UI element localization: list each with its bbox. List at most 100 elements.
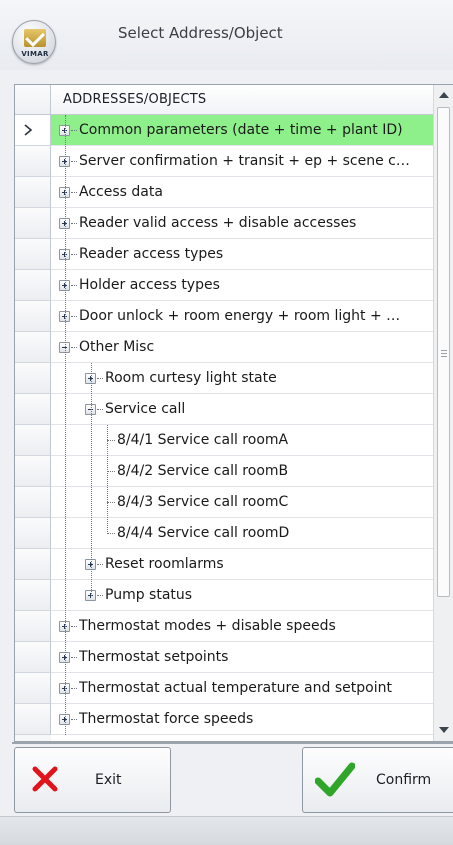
row-selector[interactable] xyxy=(15,394,51,425)
column-header-addresses[interactable]: ADDRESSES/OBJECTS xyxy=(51,85,434,115)
tree-row[interactable]: Other Misc xyxy=(51,332,434,363)
row-selector[interactable] xyxy=(15,208,51,239)
tree-row[interactable]: Common parameters (date + time + plant I… xyxy=(51,115,434,146)
tree-connector xyxy=(107,502,115,503)
tree-connector xyxy=(71,316,77,317)
app-logo-icon[interactable]: VIMAR xyxy=(12,20,56,64)
window-title: Select Address/Object xyxy=(118,24,283,42)
tree-row[interactable]: Reader access types xyxy=(51,239,434,270)
tree-row-label: Thermostat modes + disable speeds xyxy=(79,618,336,634)
row-selector[interactable] xyxy=(15,704,51,735)
tree-row-label: Thermostat actual temperature and setpoi… xyxy=(79,680,392,696)
tree-row-label: Thermostat force speeds xyxy=(79,711,254,727)
tree-row[interactable]: Service call xyxy=(51,394,434,425)
status-bar xyxy=(0,816,453,845)
tree-row-label: Room curtesy light state xyxy=(105,370,277,386)
tree-row-label: Reset roomlarms xyxy=(105,556,224,572)
row-selector[interactable] xyxy=(15,642,51,673)
tree-row[interactable]: Access data xyxy=(51,177,434,208)
tree-row[interactable]: Reader valid access + disable accesses xyxy=(51,208,434,239)
tree-connector xyxy=(107,471,115,472)
tree-connector xyxy=(97,564,103,565)
tree-row-label: Holder access types xyxy=(79,277,220,293)
row-selector[interactable] xyxy=(15,115,51,146)
tree-row[interactable]: Door unlock + room energy + room light +… xyxy=(51,301,434,332)
tree-connector xyxy=(97,409,103,410)
tree-row[interactable]: Reset roomlarms xyxy=(51,549,434,580)
tree-guide-line xyxy=(107,425,108,534)
tree-row-label: 8/4/2 Service call roomB xyxy=(117,463,289,479)
row-selector[interactable] xyxy=(15,270,51,301)
tree-row[interactable]: Thermostat actual temperature and setpoi… xyxy=(51,673,434,704)
row-selector[interactable] xyxy=(15,673,51,704)
tree-connector xyxy=(71,626,77,627)
tree-connector xyxy=(71,688,77,689)
row-selector[interactable] xyxy=(15,301,51,332)
tree-row[interactable]: 8/4/4 Service call roomD xyxy=(51,518,434,549)
row-selector[interactable] xyxy=(15,456,51,487)
tree-row[interactable]: 8/4/3 Service call roomC xyxy=(51,487,434,518)
chevron-right-icon xyxy=(24,124,33,136)
tree-connector xyxy=(97,595,103,596)
tree-list: Common parameters (date + time + plant I… xyxy=(51,115,434,743)
confirm-button-label: Confirm xyxy=(376,772,432,788)
tree-connector xyxy=(71,285,77,286)
tree-row[interactable]: Holder access types xyxy=(51,270,434,301)
tree-row[interactable]: Room curtesy light state xyxy=(51,363,434,394)
tree-connector xyxy=(71,161,77,162)
row-selector[interactable] xyxy=(15,177,51,208)
logo-text: VIMAR xyxy=(21,50,49,58)
tree-row[interactable]: Thermostat force speeds xyxy=(51,704,434,735)
row-selector[interactable] xyxy=(15,580,51,611)
row-selector[interactable] xyxy=(15,487,51,518)
x-icon xyxy=(32,766,58,792)
tree-row-label: Reader access types xyxy=(79,246,224,262)
address-grid: ADDRESSES/OBJECTS Common parameters (dat… xyxy=(14,84,453,742)
tree-row-label: Reader valid access + disable accesses xyxy=(79,215,357,231)
tree-connector xyxy=(107,533,115,534)
grid-corner xyxy=(15,85,51,115)
tree-row[interactable]: 8/4/1 Service call roomA xyxy=(51,425,434,456)
tree-connector xyxy=(71,719,77,720)
tree-row-label: Other Misc xyxy=(79,339,155,355)
tree-connector xyxy=(71,657,77,658)
scroll-down-arrow-icon[interactable] xyxy=(434,721,453,739)
tree-guide-line xyxy=(65,115,66,735)
row-selector[interactable] xyxy=(15,239,51,270)
tree-connector xyxy=(97,378,103,379)
tree-connector xyxy=(71,254,77,255)
row-selector[interactable] xyxy=(15,363,51,394)
row-header-column xyxy=(15,85,51,741)
exit-button[interactable]: Exit xyxy=(14,747,171,813)
row-selector[interactable] xyxy=(15,425,51,456)
tree-row-label: Common parameters (date + time + plant I… xyxy=(79,122,403,138)
tree-row-label: 8/4/3 Service call roomC xyxy=(117,494,289,510)
scroll-thumb[interactable] xyxy=(437,107,450,597)
tree-connector xyxy=(107,440,115,441)
confirm-button[interactable]: Confirm xyxy=(302,747,453,813)
row-selector[interactable] xyxy=(15,518,51,549)
tree-guide-line xyxy=(91,363,92,596)
row-selector[interactable] xyxy=(15,332,51,363)
checkmark-icon xyxy=(315,762,355,797)
tree-row-label: 8/4/4 Service call roomD xyxy=(117,525,290,541)
tree-row[interactable]: Thermostat setpoints xyxy=(51,642,434,673)
tree-connector xyxy=(71,130,77,131)
tree-row[interactable]: Server confirmation + transit + ep + sce… xyxy=(51,146,434,177)
vertical-scrollbar[interactable] xyxy=(433,85,453,741)
row-selector[interactable] xyxy=(15,146,51,177)
row-selector[interactable] xyxy=(15,549,51,580)
scroll-up-arrow-icon[interactable] xyxy=(434,87,453,105)
row-selector[interactable] xyxy=(15,611,51,642)
tree-row[interactable]: Pump status xyxy=(51,580,434,611)
tree-row[interactable]: Thermostat modes + disable speeds xyxy=(51,611,434,642)
tree-row[interactable]: 8/4/2 Service call roomB xyxy=(51,456,434,487)
tree-connector xyxy=(71,223,77,224)
tree-row-label: Server confirmation + transit + ep + sce… xyxy=(79,153,412,169)
tree-row-label: Thermostat setpoints xyxy=(79,649,229,665)
logo-checkmark-icon xyxy=(24,29,46,47)
tree-row-label: Service call xyxy=(105,401,186,417)
tree-row-label: Pump status xyxy=(105,587,193,603)
tree-connector xyxy=(71,192,77,193)
exit-button-label: Exit xyxy=(95,772,122,788)
